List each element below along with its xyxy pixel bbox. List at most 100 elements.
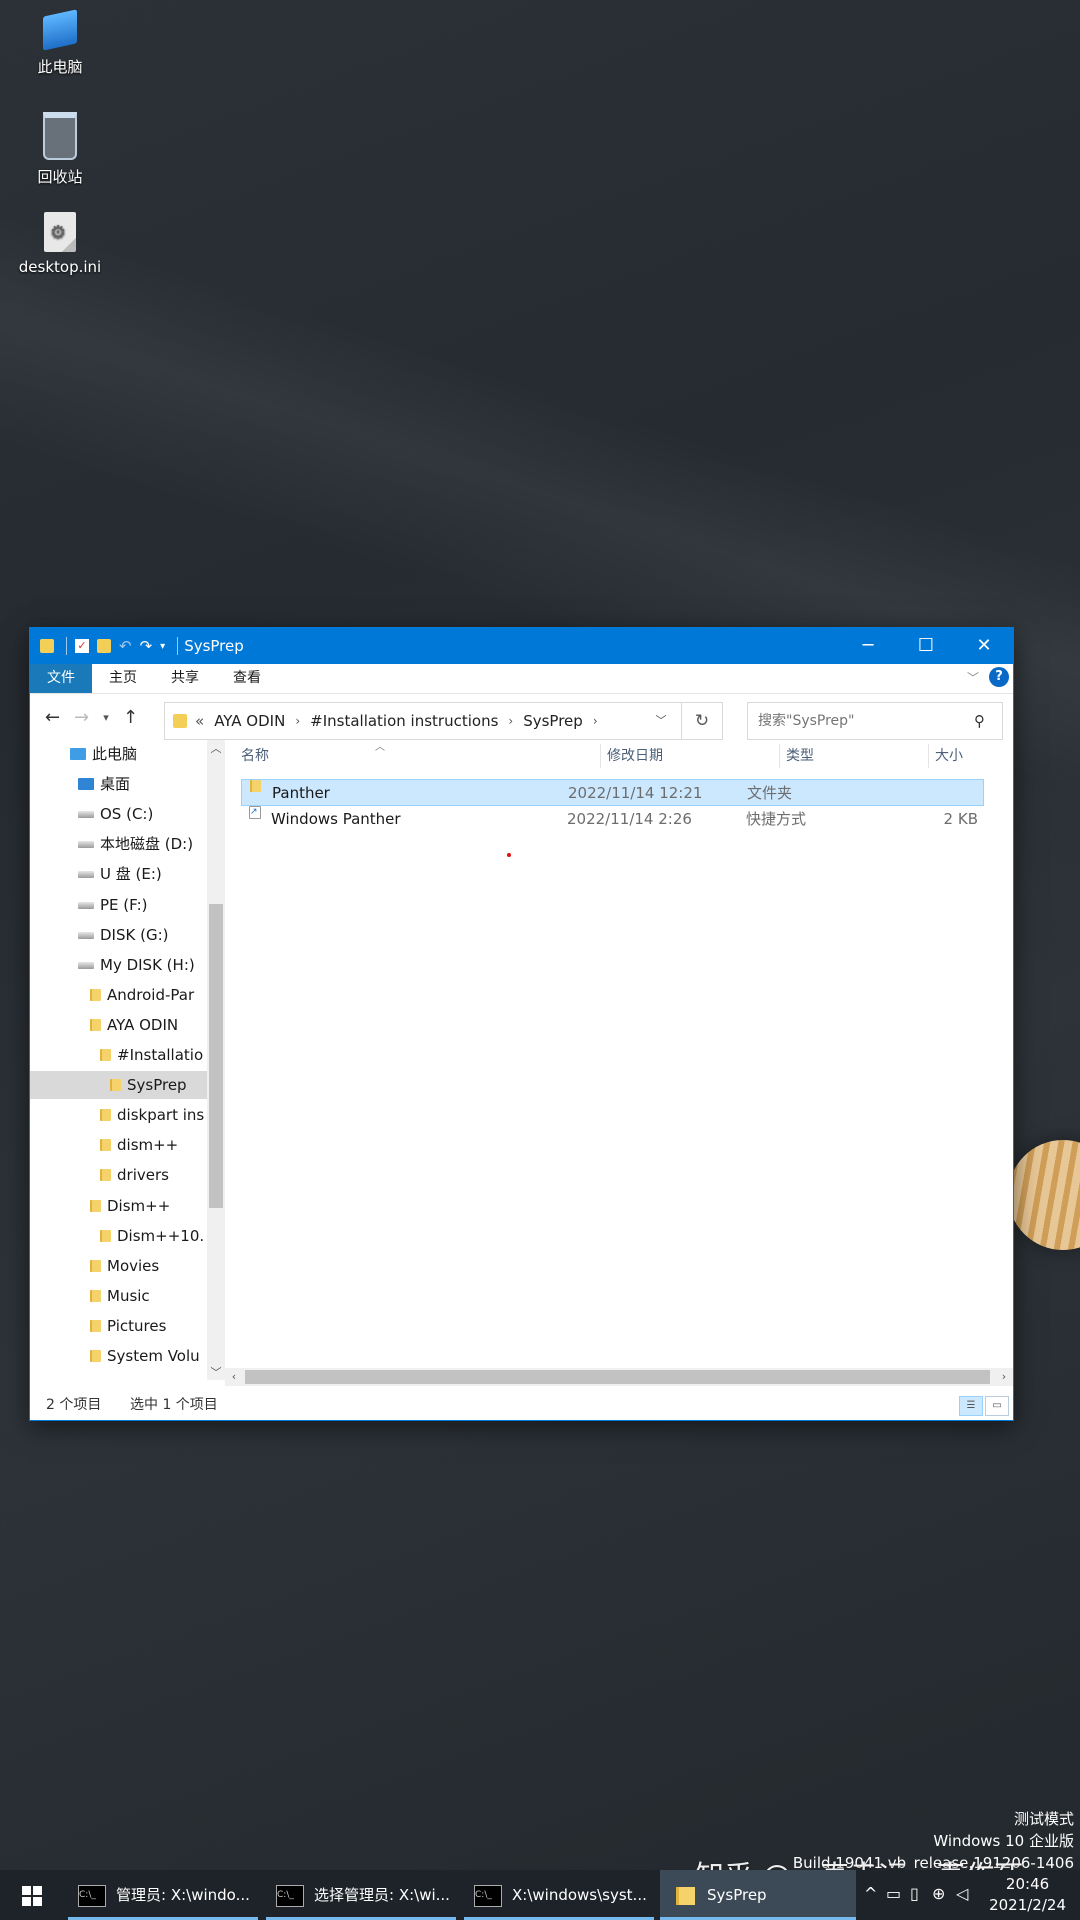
help-button[interactable]: ?: [989, 667, 1009, 687]
nav-tree-item[interactable]: My DISK (H:): [30, 951, 210, 979]
desktop-icon-label: 此电脑: [37, 58, 83, 76]
breadcrumb-aya-odin[interactable]: AYA ODIN: [214, 712, 285, 730]
search-icon[interactable]: ⚲: [974, 712, 985, 730]
expand-ribbon-chevron-icon[interactable]: ﹀: [967, 669, 979, 686]
address-history-dropdown-icon[interactable]: ﹀: [648, 703, 674, 739]
breadcrumb-sysprep[interactable]: SysPrep: [523, 712, 583, 730]
display-icon[interactable]: ▭: [886, 1884, 901, 1903]
tab-view[interactable]: 查看: [216, 664, 278, 693]
breadcrumb-overflow[interactable]: «: [195, 712, 204, 730]
folder-icon: [90, 1320, 101, 1332]
desktop-icon-recycle-bin[interactable]: 回收站: [12, 112, 108, 187]
nav-tree-item[interactable]: drivers: [30, 1161, 210, 1189]
nav-tree-item[interactable]: 本地磁盘 (D:): [30, 830, 210, 858]
clock[interactable]: 20:46 2021/2/24: [989, 1874, 1066, 1916]
tab-file[interactable]: 文件: [30, 664, 92, 693]
network-icon[interactable]: ⊕: [932, 1884, 945, 1903]
scroll-down-icon[interactable]: ﹀: [207, 1364, 225, 1380]
nav-tree-item[interactable]: DISK (G:): [30, 921, 210, 949]
redo-icon[interactable]: ↷: [140, 637, 153, 655]
show-hidden-icons-icon[interactable]: ^: [864, 1884, 877, 1903]
nav-tree-item[interactable]: SysPrep: [30, 1071, 210, 1099]
nav-tree-item[interactable]: Dism++: [30, 1192, 210, 1220]
nav-tree-label: Music: [107, 1287, 150, 1305]
scrollbar-thumb[interactable]: [245, 1370, 990, 1384]
taskbar-item-cmd-2[interactable]: C:\_ 选择管理员: X:\wi...: [266, 1870, 456, 1920]
nav-tree-item[interactable]: Music: [30, 1282, 210, 1310]
nav-tree-item[interactable]: 此电脑: [30, 740, 210, 768]
search-input[interactable]: [756, 712, 970, 730]
nav-tree-item[interactable]: TWRP: [30, 1372, 210, 1380]
nav-tree-item[interactable]: Pictures: [30, 1312, 210, 1340]
large-icons-view-icon[interactable]: ▭: [985, 1396, 1009, 1416]
usb-device-icon[interactable]: ▯: [910, 1884, 919, 1903]
folder-icon: [90, 1290, 101, 1302]
nav-tree-item[interactable]: OS (C:): [30, 800, 210, 828]
refresh-icon[interactable]: ↻: [681, 703, 722, 739]
taskbar: C:\_ 管理员: X:\windo... C:\_ 选择管理员: X:\wi...…: [0, 1870, 1080, 1920]
sort-ascending-icon: ︿: [375, 742, 385, 753]
properties-icon[interactable]: ✓: [75, 639, 89, 653]
file-row[interactable]: Windows Panther 2022/11/14 2:26 快捷方式 2 K…: [241, 799, 984, 833]
taskbar-item-explorer[interactable]: SysPrep: [660, 1870, 856, 1920]
nav-tree-item[interactable]: diskpart ins: [30, 1101, 210, 1129]
column-header-name[interactable]: 名称: [241, 740, 269, 772]
up-button[interactable]: ↑: [116, 707, 145, 728]
column-divider[interactable]: [779, 744, 780, 768]
desktop-icon-this-pc[interactable]: 此电脑: [12, 9, 108, 77]
maximize-button[interactable]: ☐: [897, 628, 955, 664]
nav-tree-item[interactable]: 桌面: [30, 770, 210, 798]
column-header-type[interactable]: 类型: [786, 740, 814, 772]
column-header-size[interactable]: 大小: [935, 740, 963, 772]
horizontal-scrollbar[interactable]: ‹ ›: [225, 1368, 1013, 1386]
search-box[interactable]: ⚲: [747, 702, 1003, 740]
column-divider[interactable]: [928, 744, 929, 768]
nav-tree-item[interactable]: Android-Par: [30, 981, 210, 1009]
start-button[interactable]: [8, 1870, 56, 1920]
customize-toolbar-chevron-icon[interactable]: ▾: [160, 641, 165, 652]
breadcrumb-installation-instructions[interactable]: #Installation instructions: [310, 712, 498, 730]
divider: [177, 637, 179, 655]
file-row[interactable]: Panther 2022/11/14 12:21 文件夹: [241, 779, 984, 806]
column-divider[interactable]: [600, 744, 601, 768]
taskbar-item-cmd-1[interactable]: C:\_ 管理员: X:\windo...: [68, 1870, 258, 1920]
file-date: 2022/11/14 2:26: [567, 810, 692, 828]
recent-locations-chevron-icon[interactable]: ▾: [96, 711, 116, 724]
back-button[interactable]: ←: [38, 707, 67, 728]
taskbar-item-cmd-3[interactable]: C:\_ X:\windows\syst...: [464, 1870, 654, 1920]
nav-tree-item[interactable]: Dism++10.: [30, 1222, 210, 1250]
desktop-icon-desktop-ini[interactable]: desktop.ini: [12, 212, 108, 276]
new-folder-icon[interactable]: [97, 639, 111, 653]
scroll-left-icon[interactable]: ‹: [225, 1368, 243, 1386]
scrollbar-thumb[interactable]: [209, 904, 223, 1208]
nav-tree-item[interactable]: AYA ODIN: [30, 1011, 210, 1039]
address-bar[interactable]: « AYA ODIN › #Installation instructions …: [164, 702, 723, 740]
scroll-right-icon[interactable]: ›: [995, 1368, 1013, 1386]
title-bar[interactable]: ✓ ↶ ↷ ▾ SysPrep ─ ☐ ✕: [30, 628, 1013, 664]
details-view-icon[interactable]: ☰: [959, 1396, 983, 1416]
volume-muted-icon[interactable]: ◁: [956, 1884, 968, 1903]
os-edition-text: Windows 10 企业版: [933, 1832, 1074, 1850]
minimize-button[interactable]: ─: [839, 628, 897, 664]
nav-tree-item[interactable]: PE (F:): [30, 891, 210, 919]
nav-tree-item[interactable]: System Volu: [30, 1342, 210, 1370]
nav-tree-item[interactable]: U 盘 (E:): [30, 860, 210, 888]
nav-tree-label: PE (F:): [100, 896, 148, 914]
nav-tree-label: Dism++: [107, 1197, 171, 1215]
undo-icon[interactable]: ↶: [119, 637, 132, 655]
chevron-right-icon[interactable]: ›: [593, 714, 598, 728]
chevron-right-icon[interactable]: ›: [508, 714, 513, 728]
tab-share[interactable]: 共享: [154, 664, 216, 693]
navigation-bar: ← → ▾ ↑ « AYA ODIN › #Installation instr…: [30, 694, 1013, 740]
scroll-up-icon[interactable]: ︿: [207, 740, 225, 756]
chevron-right-icon[interactable]: ›: [295, 714, 300, 728]
close-button[interactable]: ✕: [955, 628, 1013, 664]
nav-tree-item[interactable]: dism++: [30, 1131, 210, 1159]
nav-tree-item[interactable]: Movies: [30, 1252, 210, 1280]
task-label: SysPrep: [707, 1886, 767, 1904]
forward-button[interactable]: →: [67, 707, 96, 728]
navigation-pane-scrollbar[interactable]: ︿ ﹀: [207, 740, 225, 1380]
column-header-date[interactable]: 修改日期: [607, 740, 663, 772]
nav-tree-item[interactable]: #Installatio: [30, 1041, 210, 1069]
tab-home[interactable]: 主页: [92, 664, 154, 693]
